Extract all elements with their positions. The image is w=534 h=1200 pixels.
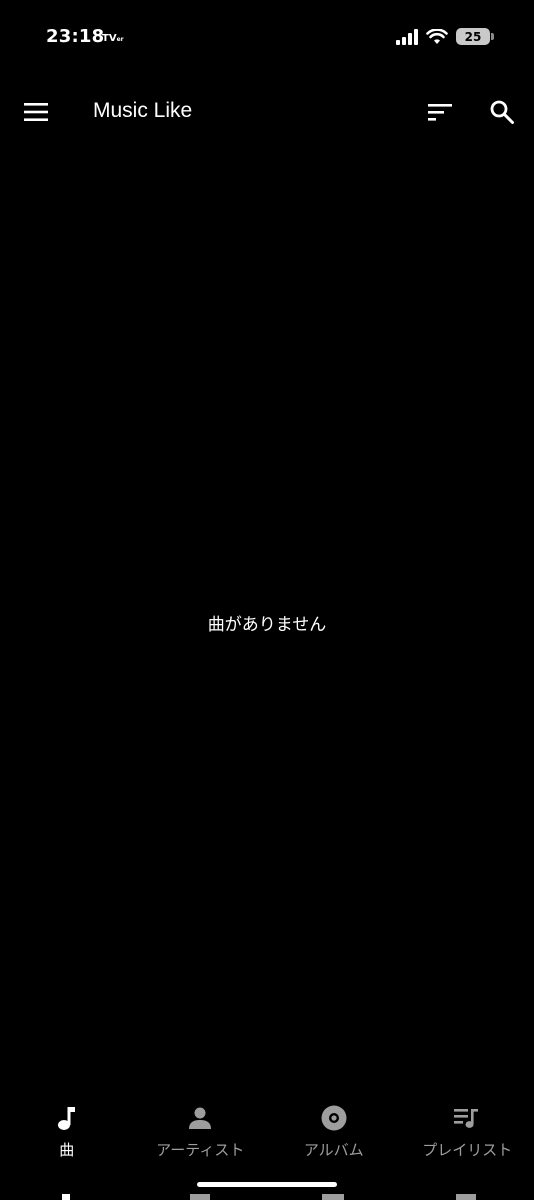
search-button[interactable]	[484, 94, 520, 130]
nav-tab-artists[interactable]: アーティスト	[134, 1098, 268, 1168]
battery-cap	[491, 33, 494, 40]
sort-button[interactable]	[422, 94, 458, 130]
status-icons: 25	[396, 28, 494, 45]
peek-mark	[456, 1194, 476, 1200]
peek-mark	[62, 1194, 70, 1200]
home-indicator[interactable]	[197, 1182, 337, 1187]
battery-level: 25	[464, 29, 482, 44]
music-note-icon	[53, 1104, 81, 1132]
nav-tab-songs-label: 曲	[59, 1141, 75, 1159]
search-icon	[490, 100, 514, 124]
signal-icon	[396, 28, 418, 45]
nav-tab-playlists[interactable]: プレイリスト	[401, 1098, 534, 1168]
sort-icon	[428, 104, 452, 121]
empty-songs-message: 曲がありません	[207, 615, 327, 635]
wifi-icon	[426, 28, 448, 44]
bottom-navigation: 曲 アーティスト アルバム プレイリスト	[0, 1098, 534, 1168]
status-app-badge: TVer	[102, 33, 124, 44]
offscreen-nav-row	[0, 1190, 534, 1200]
status-bar: 23:18 TVer 25	[0, 0, 534, 76]
battery-indicator: 25	[456, 28, 494, 45]
menu-button[interactable]	[18, 94, 54, 130]
peek-mark	[322, 1194, 344, 1200]
hamburger-menu-icon	[24, 103, 48, 121]
nav-tab-artists-label: アーティスト	[156, 1141, 245, 1159]
album-disc-icon	[320, 1104, 348, 1132]
app-bar: Music Like	[0, 82, 534, 142]
nav-tab-songs[interactable]: 曲	[0, 1098, 134, 1168]
playlist-icon	[453, 1104, 481, 1132]
peek-mark	[190, 1194, 210, 1200]
nav-tab-albums[interactable]: アルバム	[267, 1098, 401, 1168]
nav-tab-playlists-label: プレイリスト	[422, 1141, 513, 1159]
person-icon	[186, 1104, 214, 1132]
nav-tab-albums-label: アルバム	[303, 1141, 364, 1159]
status-time: 23:18	[46, 26, 105, 47]
app-title: Music Like	[93, 99, 193, 122]
